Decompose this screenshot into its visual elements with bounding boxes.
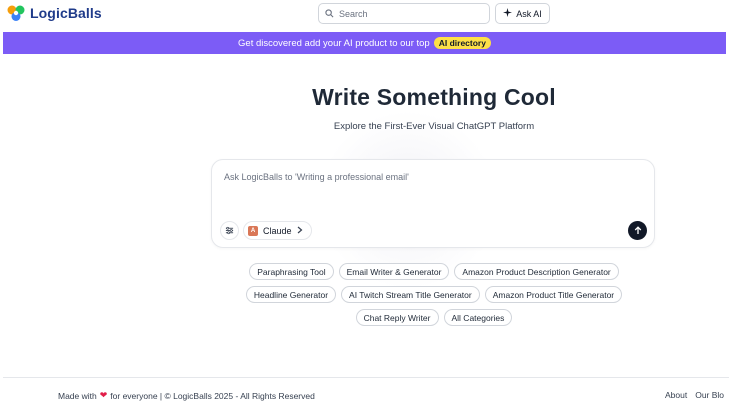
search-input[interactable]: Search <box>318 3 490 24</box>
suggestion-chip[interactable]: Headline Generator <box>245 286 337 303</box>
ai-directory-badge[interactable]: AI directory <box>433 37 491 49</box>
claude-icon: A <box>248 225 258 236</box>
logo-text: LogicBalls <box>30 5 102 21</box>
top-navbar: LogicBalls Search Ask AI <box>0 0 732 27</box>
suggestion-row-2: Headline Generator AI Twitch Stream Titl… <box>0 286 732 303</box>
made-with-text: Made with <box>58 390 97 401</box>
suggestion-chip[interactable]: Amazon Product Title Generator <box>484 286 623 303</box>
heart-icon: ❤ <box>99 390 108 400</box>
promo-banner[interactable]: Get discovered add your AI product to ou… <box>3 32 726 54</box>
logicballs-logo-icon <box>6 3 26 23</box>
prompt-input[interactable] <box>224 172 624 182</box>
chevron-right-icon <box>297 226 303 236</box>
all-categories-chip[interactable]: All Categories <box>443 309 513 326</box>
settings-button[interactable] <box>220 221 239 240</box>
footer-link-blog[interactable]: Our Blo <box>695 390 724 400</box>
suggestion-chip[interactable]: Amazon Product Description Generator <box>454 263 619 280</box>
page-subtitle: Explore the First-Ever Visual ChatGPT Pl… <box>333 121 535 132</box>
suggestion-chip[interactable]: AI Twitch Stream Title Generator <box>341 286 480 303</box>
prompt-box: A Claude <box>211 159 655 248</box>
page-title: Write Something Cool <box>312 84 556 110</box>
send-button[interactable] <box>628 221 647 240</box>
model-selector[interactable]: A Claude <box>243 221 312 240</box>
ask-ai-label: Ask AI <box>516 8 542 19</box>
model-label: Claude <box>263 225 292 236</box>
arrow-up-icon <box>634 222 642 240</box>
ask-ai-button[interactable]: Ask AI <box>495 3 550 24</box>
footer-divider <box>3 377 729 378</box>
copyright-text: for everyone | © LogicBalls 2025 - All R… <box>110 390 315 401</box>
suggestion-chip[interactable]: Chat Reply Writer <box>355 309 439 326</box>
banner-text: Get discovered add your AI product to ou… <box>238 37 430 49</box>
suggestion-chip[interactable]: Paraphrasing Tool <box>249 263 334 280</box>
suggestion-row-3: Chat Reply Writer All Categories <box>0 309 732 326</box>
logo[interactable]: LogicBalls <box>6 3 102 23</box>
suggestion-row-1: Paraphrasing Tool Email Writer & Generat… <box>0 263 732 280</box>
search-icon <box>325 5 334 23</box>
suggestion-chip[interactable]: Email Writer & Generator <box>338 263 450 280</box>
footer-links: About Our Blo <box>665 390 724 400</box>
search-placeholder: Search <box>339 8 368 19</box>
footer-copyright: Made with ❤ for everyone | © LogicBalls … <box>58 390 315 401</box>
footer-link-about[interactable]: About <box>665 390 687 400</box>
sliders-icon <box>225 222 234 240</box>
sparkle-icon <box>503 8 513 19</box>
